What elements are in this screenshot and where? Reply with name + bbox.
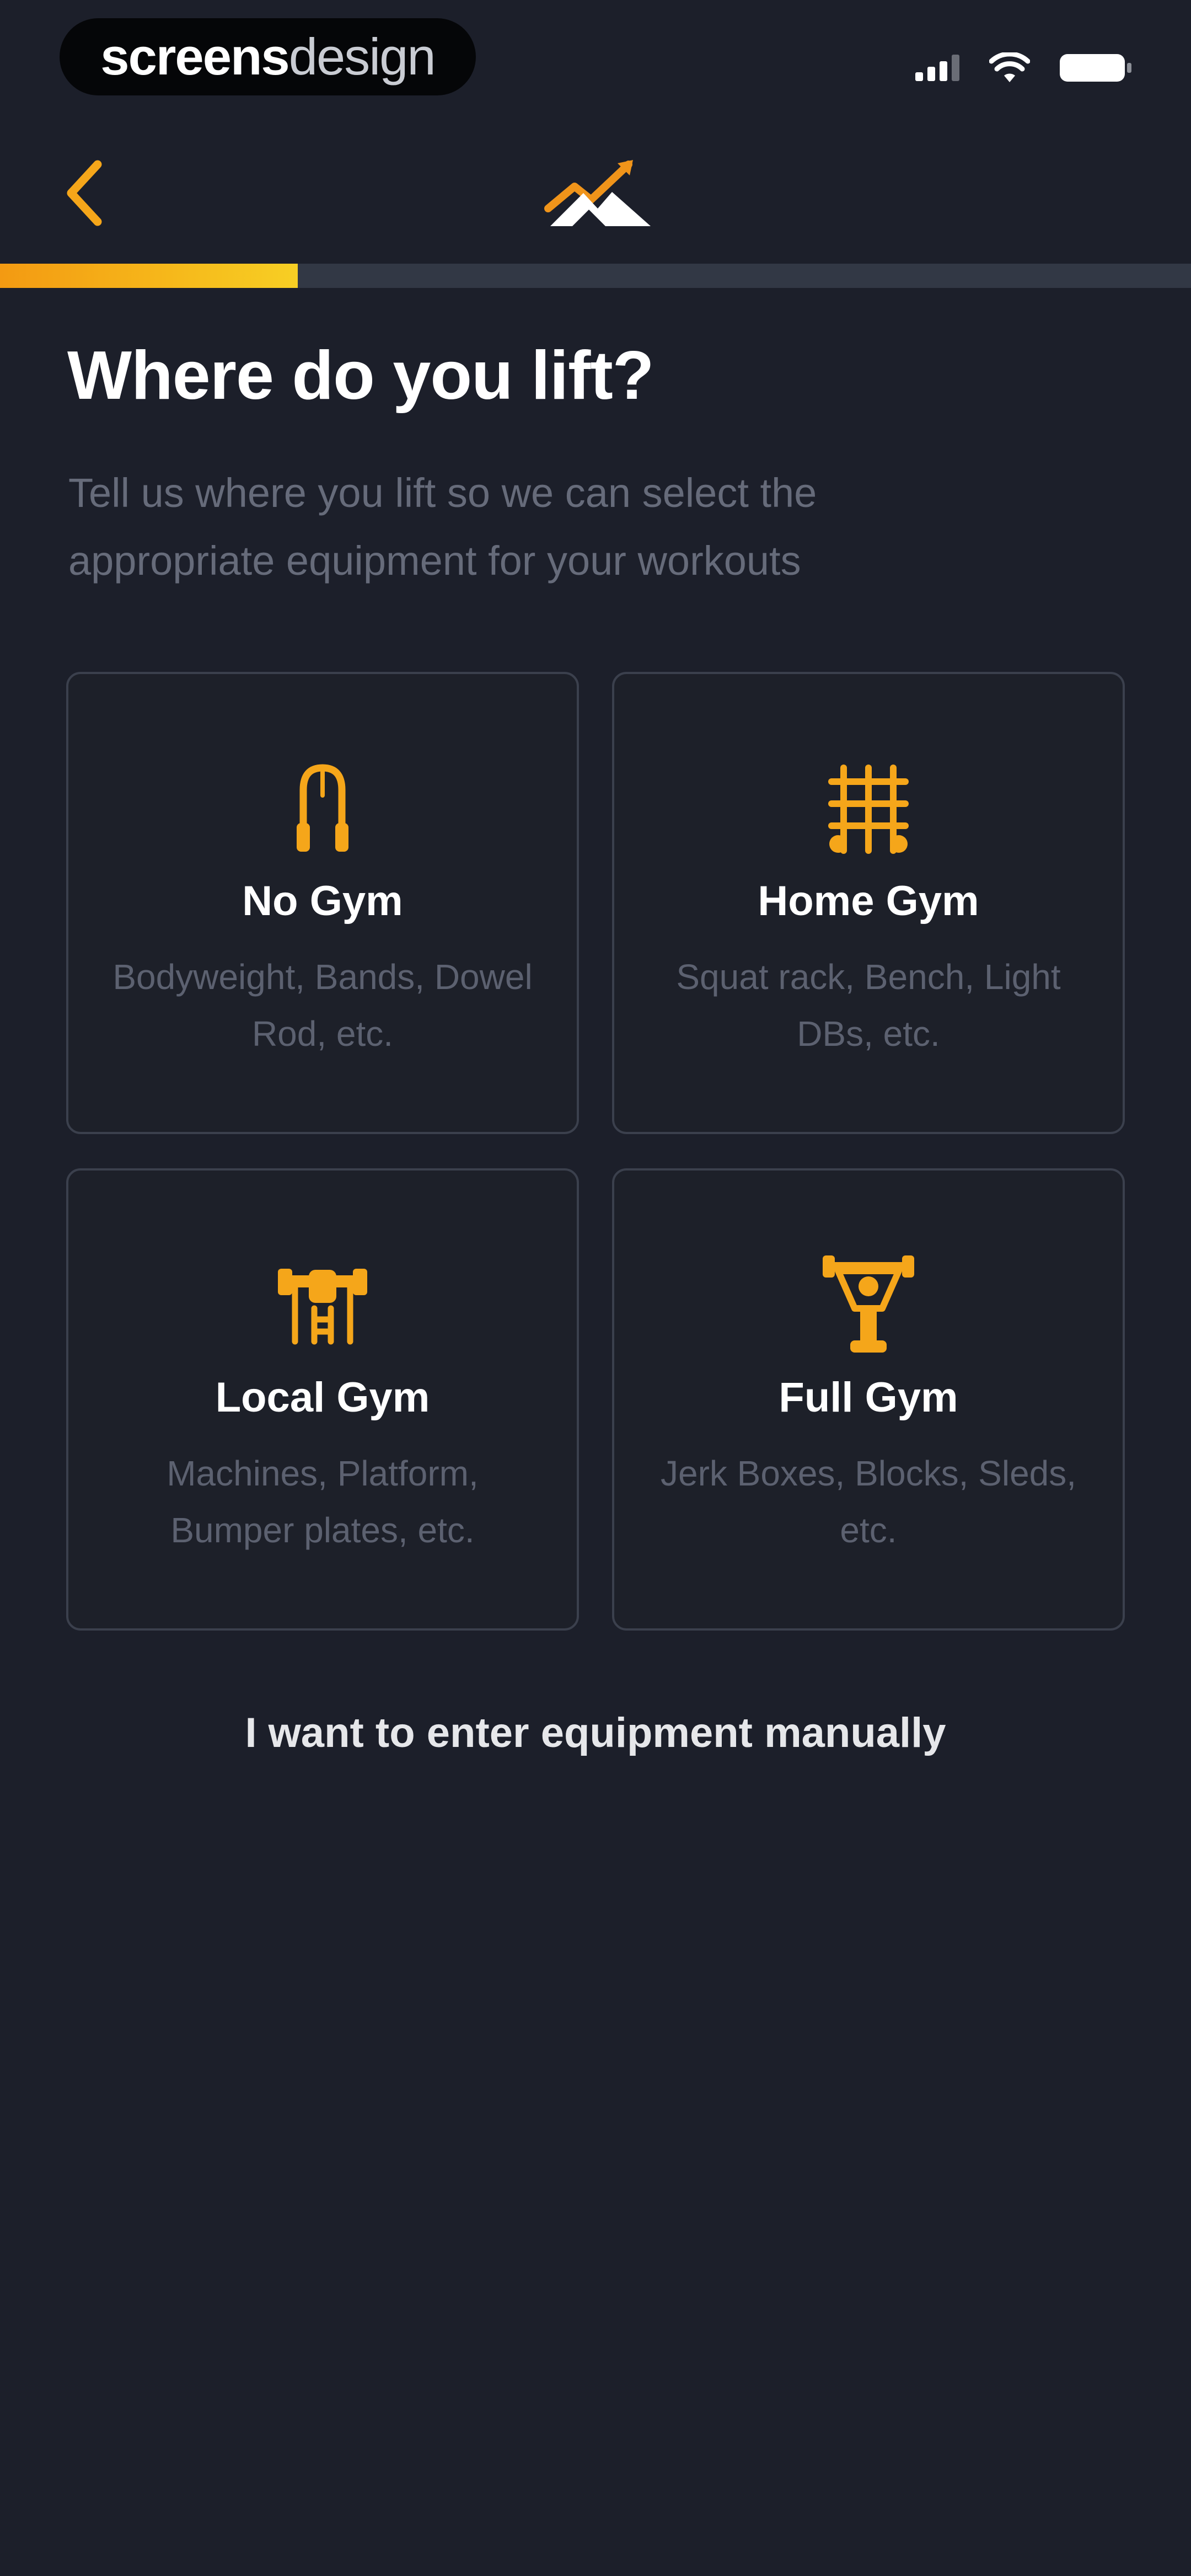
option-full-gym[interactable]: Full Gym Jerk Boxes, Blocks, Sleds, etc.	[612, 1168, 1125, 1631]
option-description: Machines, Platform, Bumper plates, etc.	[167, 1453, 479, 1550]
where-do-you-lift-screen: screens design Where do you lift? Tell u…	[0, 0, 1191, 2576]
option-title: Home Gym	[758, 878, 979, 924]
brand-text-bold: screens	[100, 28, 289, 85]
status-bar: screens design	[0, 0, 1191, 116]
option-description: Squat rack, Bench, Light DBs, etc.	[676, 957, 1061, 1054]
option-local-gym[interactable]: Local Gym Machines, Platform, Bumper pla…	[66, 1168, 579, 1631]
mountain-logo-icon	[544, 160, 651, 226]
battery-icon	[1060, 54, 1131, 82]
signal-icon	[915, 55, 959, 81]
brand-text-light: design	[288, 28, 436, 85]
enter-equipment-manually-link[interactable]: I want to enter equipment manually	[0, 1709, 1191, 1757]
back-button[interactable]	[54, 154, 115, 232]
wifi-icon	[989, 52, 1030, 82]
page-subtitle: Tell us where you lift so we can select …	[68, 470, 817, 584]
status-icons	[915, 49, 1131, 87]
option-title: No Gym	[242, 878, 403, 924]
onboarding-progress-bar	[0, 264, 1191, 288]
page-title: Where do you lift?	[67, 338, 654, 414]
weight-machine-icon	[278, 1269, 367, 1345]
option-title: Full Gym	[779, 1374, 958, 1421]
progress-fill	[0, 264, 298, 288]
option-home-gym[interactable]: Home Gym Squat rack, Bench, Light DBs, e…	[612, 672, 1125, 1134]
option-no-gym[interactable]: No Gym Bodyweight, Bands, Dowel Rod, etc…	[66, 672, 579, 1134]
option-title: Local Gym	[215, 1374, 430, 1421]
option-description: Bodyweight, Bands, Dowel Rod, etc.	[112, 957, 533, 1054]
option-description: Jerk Boxes, Blocks, Sleds, etc.	[660, 1453, 1077, 1550]
squat-rack-icon	[828, 765, 909, 854]
chevron-left-icon	[67, 160, 102, 226]
barbell-trophy-icon	[823, 1255, 914, 1353]
jump-rope-icon	[297, 764, 348, 852]
screensdesign-watermark: screens design	[60, 18, 476, 95]
